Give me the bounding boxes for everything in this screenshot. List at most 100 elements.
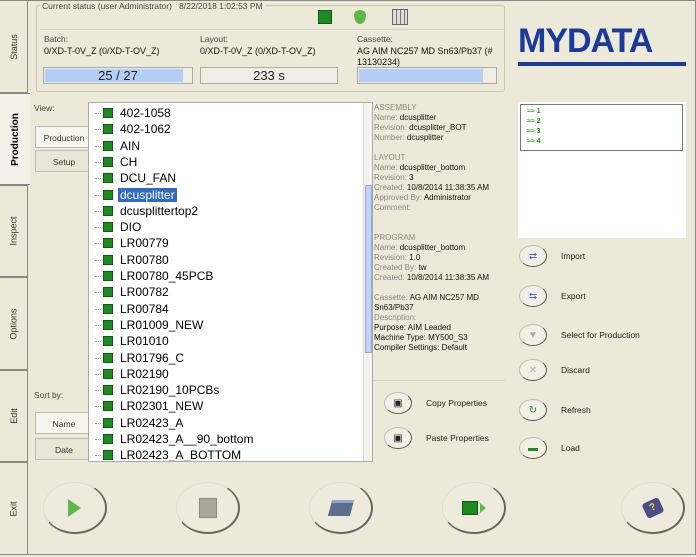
list-item-label: LR00784 xyxy=(120,301,169,316)
action-label: Load xyxy=(561,443,580,453)
assembly-icon xyxy=(103,173,113,184)
list-item-label: LR02301_NEW xyxy=(120,399,204,414)
list-item-label: LR01009_NEW xyxy=(120,317,204,332)
tab-label: Production xyxy=(9,112,21,166)
change-cassette-button[interactable] xyxy=(309,482,373,534)
list-item[interactable]: LR02190 xyxy=(103,366,171,382)
import-button[interactable]: ⇄ Import xyxy=(519,245,585,267)
stop-button[interactable] xyxy=(176,482,240,534)
list-item[interactable]: CH xyxy=(103,154,139,170)
export-button[interactable]: ⇆ Export xyxy=(519,285,586,307)
list-item[interactable]: 402-1062 xyxy=(103,121,173,137)
assembly-icon xyxy=(103,108,113,118)
board-out-button[interactable] xyxy=(442,482,506,534)
tree-line xyxy=(95,210,101,212)
refresh-button[interactable]: ↻ Refresh xyxy=(519,399,591,421)
list-item[interactable]: DCU_FAN xyxy=(103,170,178,186)
preview-line: ≈≈ 3 xyxy=(527,128,541,135)
import-icon: ⇄ xyxy=(519,245,547,267)
list-item-label: dcusplittertop2 xyxy=(120,203,199,218)
list-item[interactable]: LR02423_A__90_bottom xyxy=(103,431,255,447)
tree-line xyxy=(95,439,101,440)
assembly-icon xyxy=(103,238,113,249)
tree-line xyxy=(95,259,101,261)
list-item-label: LR02423_A__90_bottom xyxy=(120,432,254,446)
tree-line xyxy=(95,455,101,457)
feeder-icon xyxy=(392,9,408,25)
tab-edit[interactable]: Edit xyxy=(0,370,28,462)
assembly-icon xyxy=(103,189,113,200)
list-item-label: LR01010 xyxy=(120,334,169,349)
start-button[interactable] xyxy=(43,482,107,534)
help-button[interactable]: ? xyxy=(621,482,685,534)
list-item[interactable]: AIN xyxy=(103,138,142,154)
preview-line: ≈≈ 4 xyxy=(527,138,541,145)
list-item-label: LR00782 xyxy=(120,285,169,300)
assembly-icon xyxy=(103,401,113,412)
list-item-label: LR02190_10PCBs xyxy=(120,383,220,398)
discard-button[interactable]: ✕ Discard xyxy=(519,359,590,381)
tree-line xyxy=(95,373,101,375)
list-item[interactable]: LR00784 xyxy=(103,301,171,317)
list-item[interactable]: LR02423_A_BOTTOM xyxy=(103,447,243,461)
assembly-icon xyxy=(103,124,113,135)
list-scrollbar[interactable] xyxy=(363,103,372,461)
view-setup-button[interactable]: Setup xyxy=(35,150,93,172)
list-item[interactable]: 402-1058 xyxy=(103,105,173,121)
tab-label: Inspect xyxy=(8,216,19,246)
select-for-production-button[interactable]: ▼ Select for Production xyxy=(519,324,640,346)
tree-line xyxy=(95,406,101,408)
list-item-label: LR02190 xyxy=(120,366,169,381)
list-item[interactable]: LR02190_10PCBs xyxy=(103,382,221,398)
cassette-value: AG AIM NC257 MD Sn63/Pb37 (# 13130234) xyxy=(357,46,493,67)
view-production-button[interactable]: Production xyxy=(35,126,93,148)
tab-label: Options xyxy=(8,307,19,340)
sort-date-button[interactable]: Date xyxy=(35,438,93,460)
assembly-icon xyxy=(103,140,113,151)
tab-production[interactable]: Production xyxy=(0,93,30,185)
list-item[interactable]: LR00782 xyxy=(103,284,171,300)
tree-line xyxy=(95,194,101,196)
assembly-icon xyxy=(103,156,113,167)
layout-value: 0/XD-T-0V_Z (0/XD-T-OV_Z) xyxy=(200,46,316,56)
board-icon xyxy=(318,10,332,24)
scroll-thumb[interactable] xyxy=(365,185,372,353)
assembly-icon xyxy=(103,287,113,298)
tree-line xyxy=(95,227,101,229)
divider xyxy=(40,29,505,30)
tab-status[interactable]: Status xyxy=(0,0,28,93)
copy-properties-button[interactable]: ▣ Copy Properties xyxy=(384,392,487,414)
assembly-list[interactable]: 402-1058 402-1062 AIN CH DCU_FAN dcusplitter d… xyxy=(88,102,373,462)
assembly-icon xyxy=(103,352,113,363)
tree-line xyxy=(95,243,101,245)
list-item[interactable]: LR00779 xyxy=(103,235,171,251)
list-item[interactable]: LR02301_NEW xyxy=(103,398,205,414)
sort-name-button[interactable]: Name xyxy=(35,412,93,434)
tree-line xyxy=(95,145,101,147)
list-item[interactable]: LR02423_A xyxy=(103,415,185,431)
list-item[interactable]: dcusplittertop2 xyxy=(103,203,200,219)
batch-label: Batch: xyxy=(44,34,69,44)
divider xyxy=(373,380,505,381)
list-item[interactable]: LR00780 xyxy=(103,252,171,268)
list-item[interactable]: LR00780_45PCB xyxy=(103,268,215,284)
assembly-icon xyxy=(103,336,113,347)
list-item[interactable]: LR01009_NEW xyxy=(103,317,205,333)
paste-icon: ▣ xyxy=(384,427,412,449)
paste-properties-button[interactable]: ▣ Paste Properties xyxy=(384,427,489,449)
list-item[interactable]: DIO xyxy=(103,219,143,235)
tab-options[interactable]: Options xyxy=(0,277,28,370)
tab-label: Exit xyxy=(8,500,19,517)
list-item-label: DCU_FAN xyxy=(120,171,177,186)
list-item[interactable]: dcusplitter xyxy=(103,187,177,203)
preview-line: ≈≈ 2 xyxy=(527,118,541,125)
list-item-label: 402-1062 xyxy=(120,122,171,137)
tab-exit[interactable]: Exit xyxy=(0,462,28,555)
tree-line xyxy=(95,292,101,294)
load-button[interactable]: ▬ Load xyxy=(519,437,580,459)
tab-inspect[interactable]: Inspect xyxy=(0,185,28,277)
list-item[interactable]: LR01010 xyxy=(103,333,171,349)
cassette-progress xyxy=(357,67,497,84)
batch-value: 0/XD-T-0V_Z (0/XD-T-OV_Z) xyxy=(44,46,160,56)
list-item[interactable]: LR01796_C xyxy=(103,350,186,366)
